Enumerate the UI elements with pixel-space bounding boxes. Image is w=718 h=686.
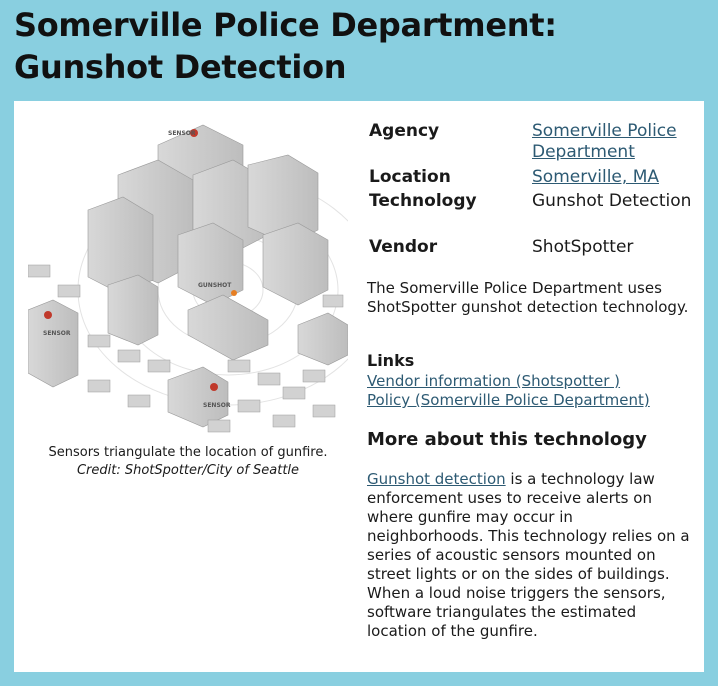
content-card: SENSOR SENSOR GUNSHOT SENSOR Sensors tri… xyxy=(14,101,704,672)
agency-link[interactable]: Somerville Police Department xyxy=(532,121,692,167)
vendor-row: Vendor ShotSpotter xyxy=(369,237,699,258)
location-label: Location xyxy=(369,167,451,187)
location-link[interactable]: Somerville, MA xyxy=(532,167,692,191)
description-text: The Somerville Police Department uses Sh… xyxy=(367,279,689,316)
technology-label: Technology xyxy=(369,191,477,211)
sensor-label-left: SENSOR xyxy=(43,330,71,337)
page-title: Somerville Police Department: Gunshot De… xyxy=(14,6,557,86)
policy-link[interactable]: Policy (Somerville Police Department) xyxy=(367,391,650,410)
gunshot-detection-illustration: SENSOR SENSOR GUNSHOT SENSOR xyxy=(28,124,348,433)
illustration-caption: Sensors triangulate the location of gunf… xyxy=(28,444,348,480)
vendor-label: Vendor xyxy=(369,237,438,257)
location-row: Location Somerville, MA xyxy=(369,167,699,191)
agency-label: Agency xyxy=(369,121,440,141)
caption-credit: Credit: ShotSpotter/City of Seattle xyxy=(76,463,300,478)
links-heading: Links xyxy=(367,351,415,370)
vendor-information-link[interactable]: Vendor information (Shotspotter ) xyxy=(367,372,620,391)
gunshot-label: GUNSHOT xyxy=(198,282,232,289)
more-heading: More about this technology xyxy=(367,429,647,450)
more-body: is a technology law enforcement uses to … xyxy=(367,470,690,640)
sensor-label-top: SENSOR xyxy=(168,130,196,137)
technology-row: Technology Gunshot Detection xyxy=(369,191,699,237)
gunshot-detection-link[interactable]: Gunshot detection xyxy=(367,470,506,488)
caption-text: Sensors triangulate the location of gunf… xyxy=(48,445,328,460)
info-table: Agency Somerville Police Department Loca… xyxy=(369,121,699,258)
sensor-label-bottom: SENSOR xyxy=(203,402,231,409)
technology-value: Gunshot Detection xyxy=(532,191,692,211)
vendor-value: ShotSpotter xyxy=(532,237,634,257)
more-text: Gunshot detection is a technology law en… xyxy=(367,470,692,641)
agency-row: Agency Somerville Police Department xyxy=(369,121,699,167)
